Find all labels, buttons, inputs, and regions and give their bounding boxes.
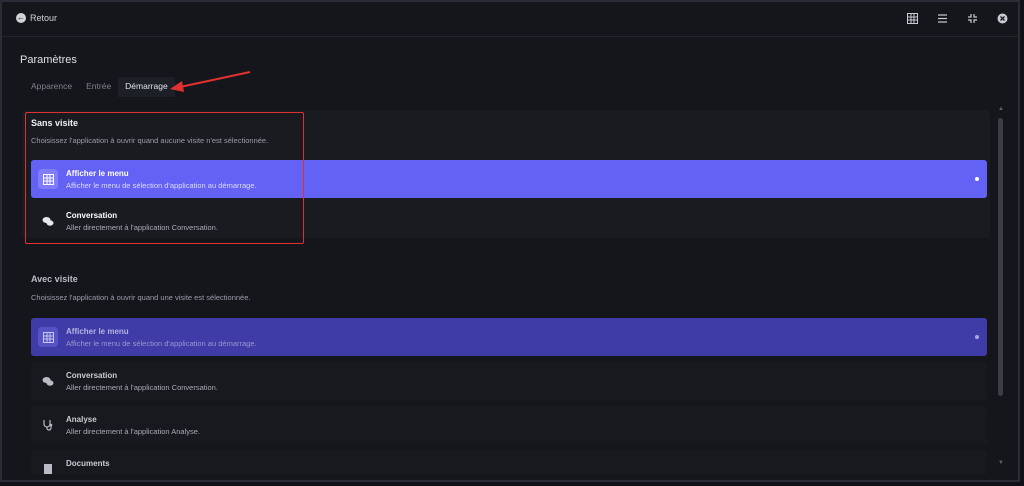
section-title: Avec visite xyxy=(31,274,78,284)
option-documents[interactable]: Documents xyxy=(31,450,987,474)
top-bar: ← Retour xyxy=(2,2,1018,37)
back-label: Retour xyxy=(30,13,58,23)
selected-indicator xyxy=(975,177,979,181)
scroll-down-icon[interactable]: ▼ xyxy=(997,460,1005,466)
stethoscope-icon xyxy=(38,415,58,435)
vertical-scrollbar[interactable]: ▲ ▼ xyxy=(997,106,1005,466)
grid-icon[interactable] xyxy=(906,12,918,24)
section-description: Choisissez l'application à ouvrir quand … xyxy=(31,293,251,302)
arrow-left-icon: ← xyxy=(16,13,26,23)
option-analyse[interactable]: Analyse Aller directement à l'applicatio… xyxy=(31,406,987,444)
tab-entree[interactable]: Entrée xyxy=(79,77,118,97)
option-title: Afficher le menu xyxy=(66,327,129,336)
document-icon xyxy=(38,459,58,474)
scroll-thumb[interactable] xyxy=(998,118,1003,396)
chat-icon xyxy=(38,371,58,391)
section-avec-visite: Avec visite Choisissez l'application à o… xyxy=(22,262,990,474)
back-button[interactable]: ← Retour xyxy=(16,13,57,23)
grid-icon xyxy=(38,327,58,347)
option-afficher-menu[interactable]: Afficher le menu Afficher le menu de sél… xyxy=(31,318,987,356)
option-conversation[interactable]: Conversation Aller directement à l'appli… xyxy=(31,362,987,400)
list-icon[interactable] xyxy=(936,12,948,24)
selected-indicator xyxy=(975,335,979,339)
option-subtitle: Afficher le menu de sélection d'applicat… xyxy=(66,339,257,348)
option-subtitle: Aller directement à l'application Conver… xyxy=(66,383,218,392)
page-title: Paramètres xyxy=(20,54,77,66)
option-title: Conversation xyxy=(66,371,118,380)
annotation-arrow xyxy=(170,71,251,92)
option-title: Documents xyxy=(66,459,110,468)
option-subtitle: Aller directement à l'application Analys… xyxy=(66,427,201,436)
collapse-icon[interactable] xyxy=(966,12,978,24)
scroll-up-icon[interactable]: ▲ xyxy=(997,106,1005,112)
annotation-highlight-box xyxy=(25,112,304,244)
close-icon[interactable] xyxy=(996,12,1008,24)
settings-tabs: Apparence Entrée Démarrage xyxy=(24,77,175,97)
option-title: Analyse xyxy=(66,415,97,424)
tab-apparence[interactable]: Apparence xyxy=(24,77,79,97)
settings-window: ← Retour Paramètres Apparence Entrée Dém… xyxy=(0,0,1020,482)
